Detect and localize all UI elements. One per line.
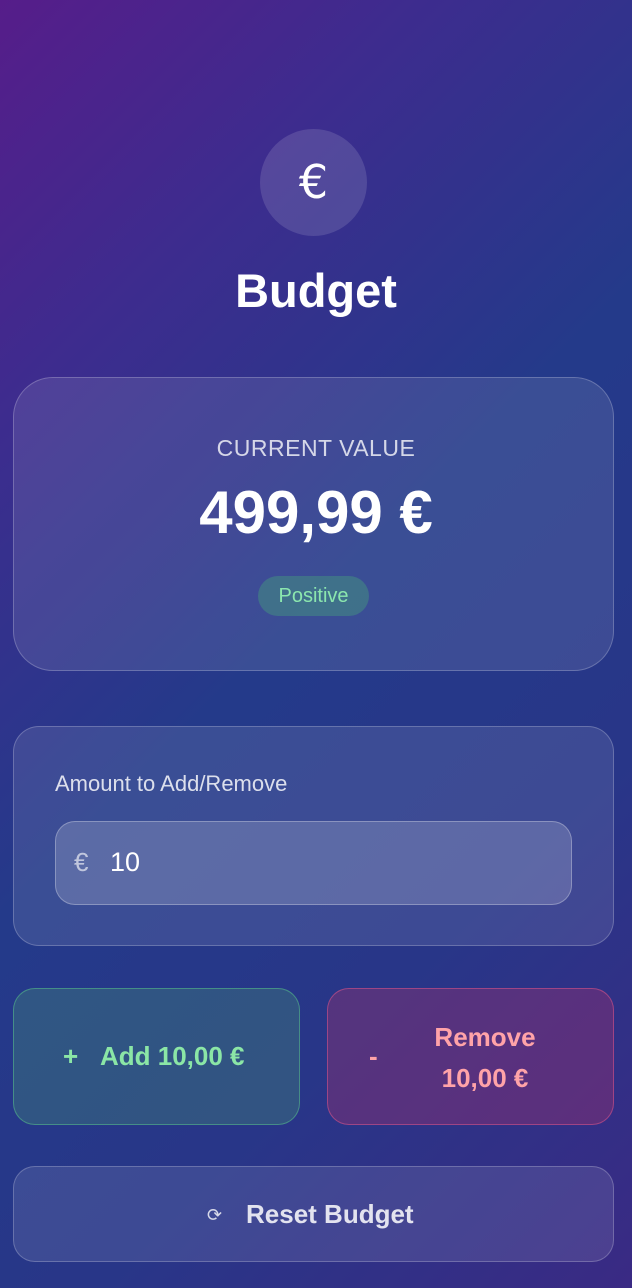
logo-badge: € (260, 129, 367, 236)
status-badge: Positive (258, 576, 369, 616)
balance-amount: 499,99 € (199, 479, 433, 546)
amount-label: Amount to Add/Remove (55, 771, 288, 796)
euro-icon: € (298, 154, 329, 209)
reset-button-label: Reset Budget (246, 1199, 414, 1229)
page-title: Budget (235, 264, 397, 317)
amount-input[interactable] (110, 843, 550, 881)
currency-icon: € (74, 847, 89, 877)
add-button-label: Add 10,00 € (100, 1041, 245, 1071)
plus-icon: + (63, 1041, 79, 1071)
remove-button-label: Remove 10,00 € (434, 1022, 536, 1093)
minus-icon: - (369, 1041, 378, 1071)
balance-label: CURRENT VALUE (216, 435, 416, 461)
reset-icon: ⟳ (207, 1205, 223, 1226)
